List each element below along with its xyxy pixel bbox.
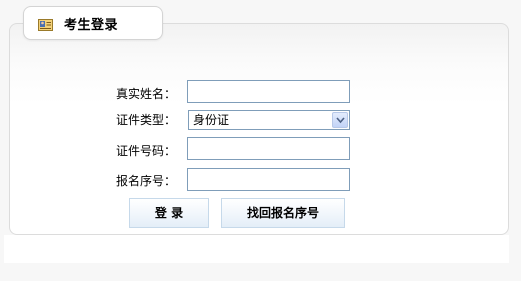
id-number-input[interactable]: [187, 137, 350, 160]
panel-header-tab: 考生登录: [23, 6, 163, 40]
id-type-label: 证件类型：: [115, 113, 176, 127]
chevron-down-icon[interactable]: [332, 112, 348, 128]
login-button[interactable]: 登 录: [129, 198, 209, 228]
id-number-label: 证件号码：: [115, 144, 176, 158]
reg-number-label: 报名序号：: [115, 174, 176, 188]
name-label: 真实姓名：: [115, 87, 176, 101]
panel-bottom-strip: [4, 235, 509, 263]
panel-title: 考生登录: [64, 18, 119, 33]
id-type-selected-value: 身份证: [193, 113, 230, 127]
id-card-icon: [38, 16, 53, 31]
id-type-select[interactable]: 身份证: [188, 110, 350, 130]
recover-reg-number-button[interactable]: 找回报名序号: [221, 198, 345, 228]
reg-number-input[interactable]: [187, 168, 350, 191]
name-input[interactable]: [187, 80, 350, 103]
login-page: 考生登录 真实姓名： 证件类型： 身份证 证件号码： 报名序号： 登 录 找回报…: [0, 0, 521, 281]
